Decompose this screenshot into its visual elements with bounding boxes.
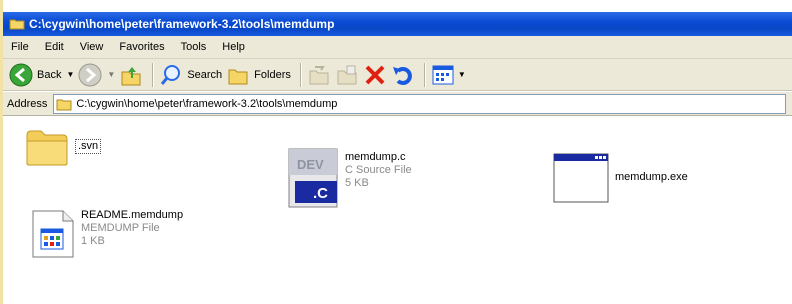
menu-view[interactable]: View (72, 41, 112, 53)
file-size: 5 KB (345, 177, 369, 189)
window-title: C:\cygwin\home\peter\framework-3.2\tools… (29, 17, 335, 31)
address-label: Address (7, 97, 48, 110)
copy-to-icon (337, 65, 357, 84)
title-bar[interactable]: C:\cygwin\home\peter\framework-3.2\tools… (3, 12, 792, 36)
toolbar-separator (423, 62, 426, 87)
back-arrow-icon (9, 63, 33, 86)
toolbar-separator (299, 62, 302, 87)
address-bar: Address C:\cygwin\home\peter\framework-3… (3, 92, 792, 116)
folders-icon (228, 69, 248, 84)
folders-label: Folders (254, 68, 291, 81)
file-type: C Source File (345, 164, 412, 176)
folder-title-icon (9, 18, 25, 30)
file-item-readme[interactable]: README.memdump MEMDUMP File 1 KB (31, 209, 183, 259)
toolbar-separator (152, 62, 155, 87)
file-name: memdump.exe (615, 171, 688, 183)
back-label: Back (37, 68, 62, 81)
forward-dropdown-icon[interactable]: ▼ (107, 70, 115, 79)
back-button[interactable]: Back ▼ (9, 61, 74, 89)
file-text: memdump.c C Source File 5 KB (345, 151, 412, 190)
forward-button[interactable]: ▼ (78, 61, 115, 89)
folder-address-icon (56, 99, 72, 110)
menu-favorites[interactable]: Favorites (111, 41, 172, 53)
search-button[interactable]: Search (159, 61, 222, 89)
menu-help[interactable]: Help (214, 41, 253, 53)
menu-edit[interactable]: Edit (37, 41, 72, 53)
copy-to-button[interactable] (335, 61, 359, 89)
file-text: README.memdump MEMDUMP File 1 KB (81, 209, 183, 248)
file-item-memdump-exe[interactable]: memdump.exe (553, 153, 688, 203)
file-item-svn[interactable]: .svn (25, 127, 102, 167)
toolbar: Back ▼ ▼ Search Folders ▼ (3, 59, 792, 91)
generic-file-icon (32, 210, 74, 258)
svg-text:DEV: DEV (297, 157, 324, 172)
views-grid-icon (432, 65, 454, 84)
delete-x-icon (365, 65, 385, 84)
address-value: C:\cygwin\home\peter\framework-3.2\tools… (76, 97, 338, 110)
file-name: README.memdump (81, 209, 184, 221)
file-name: memdump.c (345, 151, 406, 163)
search-icon (161, 64, 181, 85)
up-folder-icon (121, 66, 141, 85)
address-field[interactable]: C:\cygwin\home\peter\framework-3.2\tools… (53, 93, 786, 114)
c-source-file-icon: DEV .C (288, 148, 338, 208)
undo-arrow-icon (392, 66, 412, 85)
file-list-pane: .svn DEV .C memdump.c C Source File 5 KB (3, 117, 792, 304)
svg-text:.C: .C (313, 185, 328, 202)
move-to-icon (309, 65, 329, 84)
application-window-icon (553, 153, 609, 203)
menu-file[interactable]: File (3, 41, 37, 53)
menu-tools[interactable]: Tools (173, 41, 215, 53)
file-size: 1 KB (81, 235, 105, 247)
views-button[interactable]: ▼ (431, 61, 466, 89)
delete-button[interactable] (363, 61, 387, 89)
file-type: MEMDUMP File (81, 222, 160, 234)
folders-button[interactable]: Folders (226, 61, 291, 89)
move-to-button[interactable] (307, 61, 331, 89)
search-label: Search (187, 68, 223, 81)
file-name: .svn (75, 139, 102, 154)
forward-arrow-icon (78, 63, 102, 86)
up-folder-button[interactable] (119, 61, 143, 89)
menu-bar: File Edit View Favorites Tools Help (3, 36, 792, 59)
back-dropdown-icon[interactable]: ▼ (66, 70, 74, 79)
undo-button[interactable] (391, 61, 415, 89)
folder-icon (26, 130, 68, 166)
file-item-memdump-c[interactable]: DEV .C memdump.c C Source File 5 KB (287, 147, 412, 209)
explorer-window: C:\cygwin\home\peter\framework-3.2\tools… (0, 0, 792, 304)
views-dropdown-icon[interactable]: ▼ (458, 70, 466, 79)
